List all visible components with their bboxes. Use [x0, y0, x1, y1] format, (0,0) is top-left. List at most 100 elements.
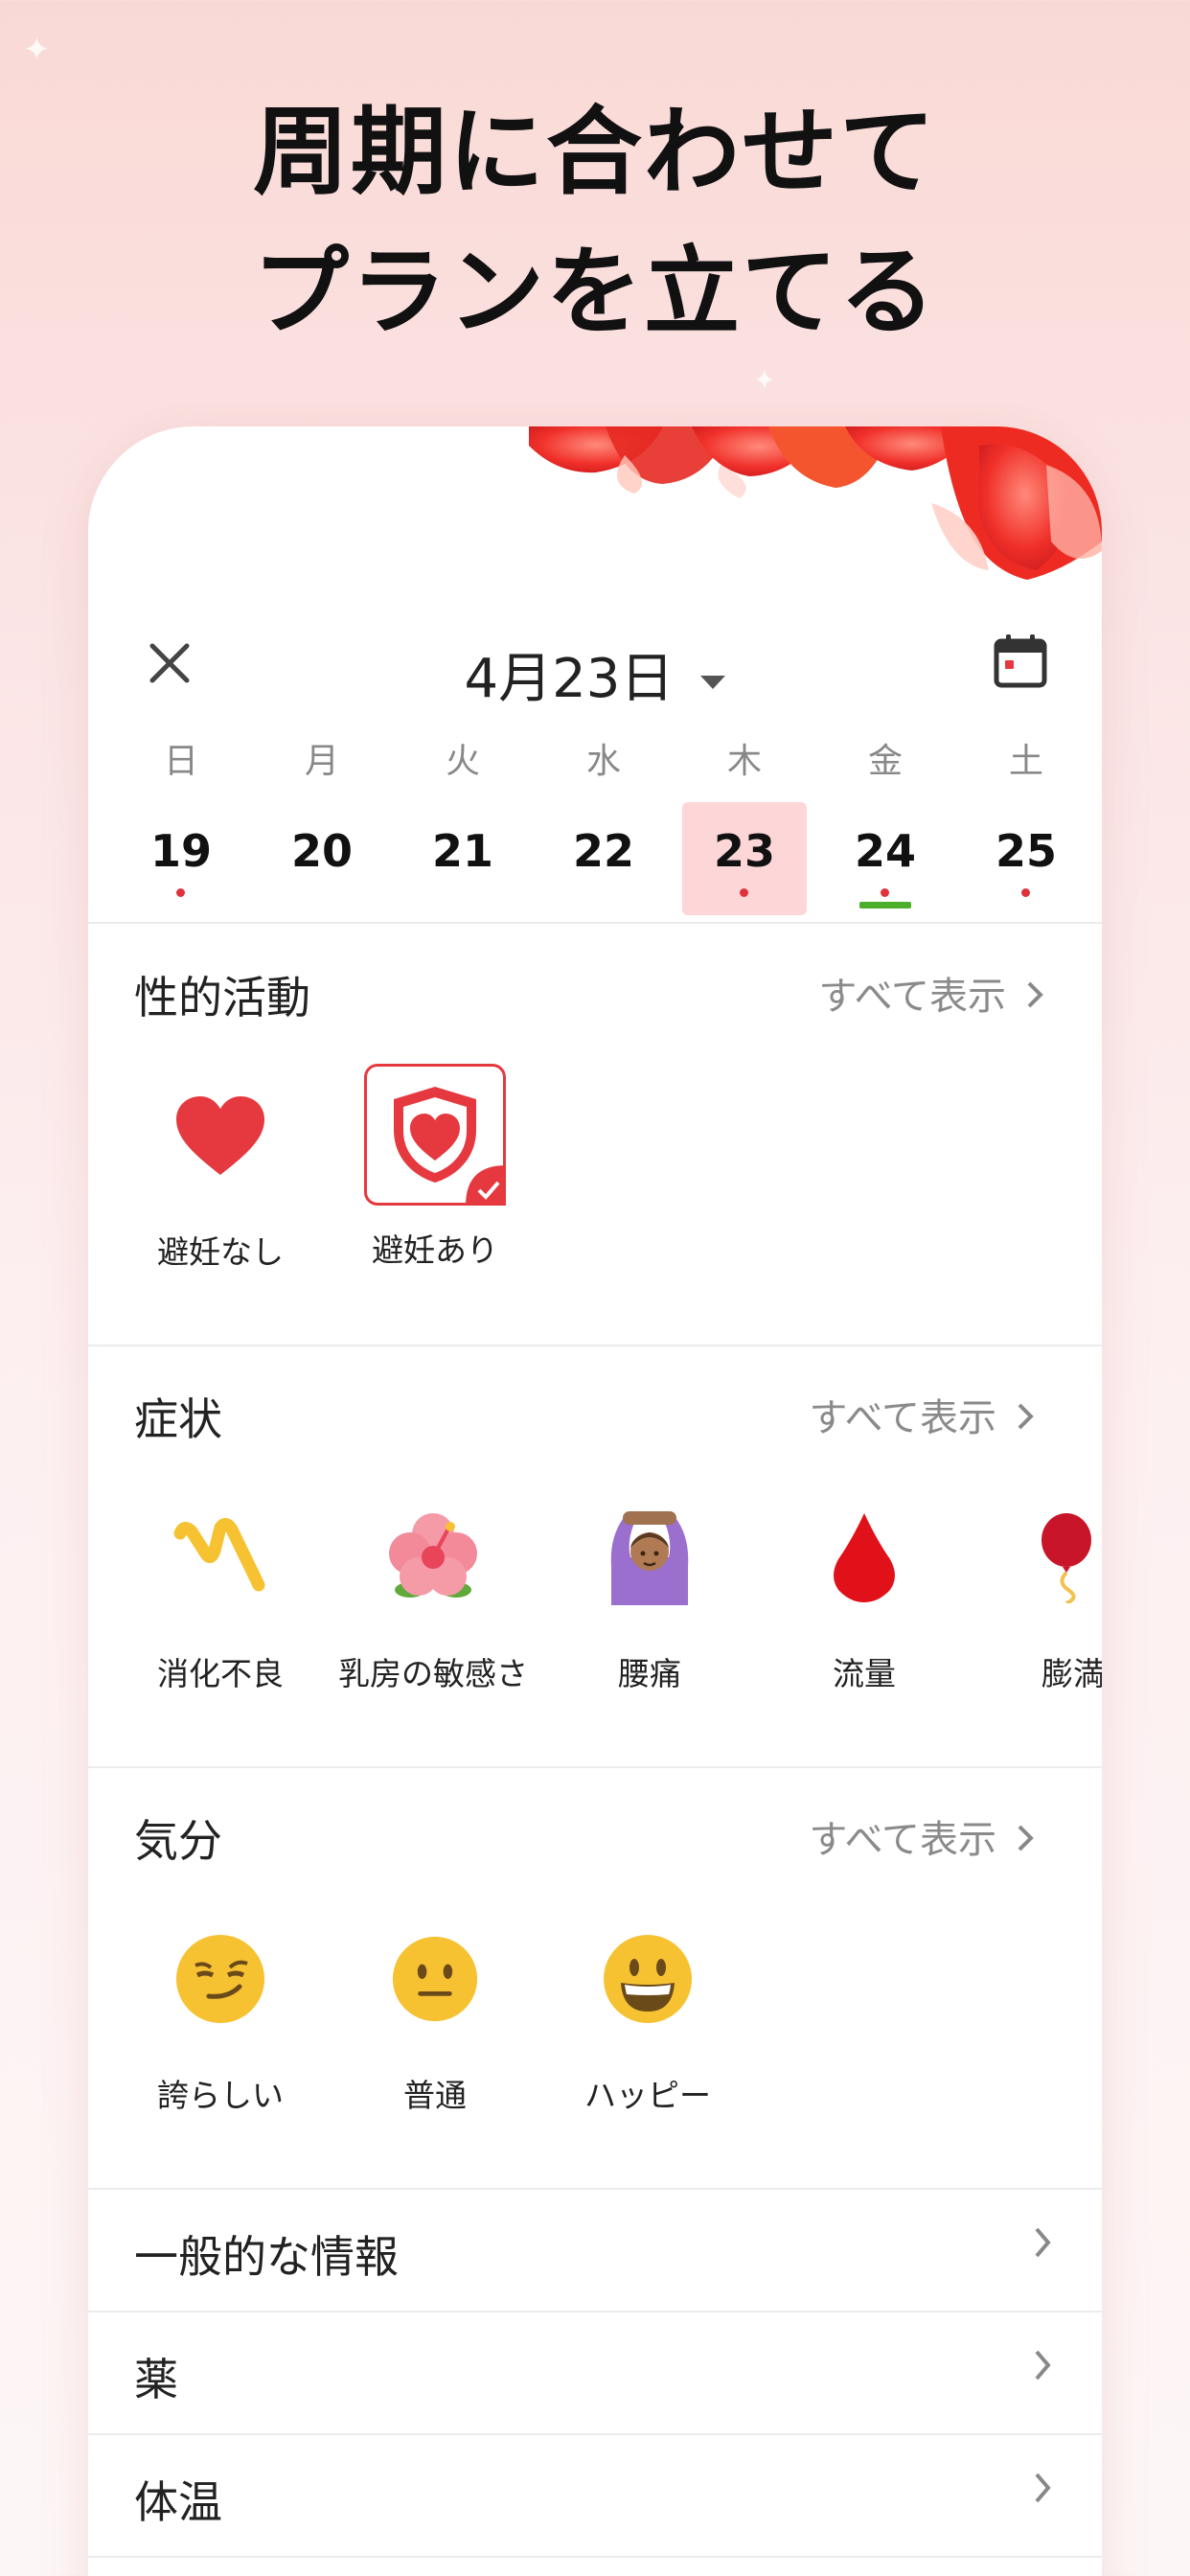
symptoms-section: 症状 すべて表示 消化不良 乳房の敏感さ 腰痛 流量 膨満	[88, 1346, 1102, 1768]
sparkle-icon: ✦	[753, 364, 776, 396]
divider	[88, 2556, 1102, 2558]
chevron-down-icon	[700, 675, 726, 689]
neutral-face-icon	[363, 1907, 507, 2051]
checkmark-icon	[466, 1165, 506, 1206]
symptom-back-pain[interactable]: 腰痛	[544, 1485, 755, 1694]
option-label: 消化不良	[157, 1655, 284, 1692]
day-number-box: 21	[400, 802, 525, 915]
period-dot	[176, 888, 185, 897]
see-all-link[interactable]: すべて表示	[818, 965, 1044, 1021]
sexual-activity-section: 性的活動 すべて表示 避妊なし 避妊あり	[88, 925, 1102, 1346]
app-card: 4月23日 日 19 月 20 火 21 水 22 木 23 金 24 土 25…	[88, 426, 1102, 2576]
day-number: 23	[713, 825, 775, 877]
flower-decoration	[529, 426, 1102, 580]
period-dot	[881, 888, 889, 897]
headline-line-2: プランを立てる	[253, 236, 937, 348]
option-label: 誇らしい	[157, 2077, 284, 2114]
row-temperature[interactable]: 体温	[88, 2435, 1102, 2556]
day-number: 25	[995, 825, 1057, 877]
option-with-contraception[interactable]: 避妊あり	[330, 1064, 540, 1271]
day-number: 20	[290, 825, 353, 877]
option-no-contraception[interactable]: 避妊なし	[115, 1064, 326, 1273]
see-all-link[interactable]: すべて表示	[809, 1387, 1035, 1442]
day-number: 21	[431, 825, 493, 877]
row-label: 一般的な情報	[134, 2231, 399, 2283]
symptom-indigestion[interactable]: 消化不良	[115, 1485, 326, 1694]
section-title: 性的活動	[134, 972, 310, 1024]
option-label: 腰痛	[618, 1655, 681, 1692]
see-all-label: すべて表示	[809, 1818, 996, 1862]
balloon-icon	[1001, 1485, 1102, 1629]
top-bar: 4月23日	[88, 609, 1102, 714]
headline: 周期に合わせて プランを立てる	[0, 82, 1190, 362]
day-22[interactable]: 水 22	[541, 733, 666, 906]
row-label: 薬	[134, 2354, 178, 2405]
day-20[interactable]: 月 20	[260, 733, 384, 906]
period-dot	[1021, 888, 1030, 897]
divider	[88, 922, 1102, 924]
grin-face-icon	[576, 1907, 720, 2051]
row-general-info[interactable]: 一般的な情報	[88, 2190, 1102, 2311]
day-25[interactable]: 土 25	[964, 733, 1088, 906]
option-label: 避妊なし	[157, 1233, 284, 1271]
mood-proud[interactable]: 誇らしい	[115, 1907, 326, 2116]
day-number: 19	[149, 825, 212, 877]
row-label: 体温	[134, 2476, 222, 2528]
date-label: 4月23日	[464, 648, 675, 710]
day-of-week: 火	[445, 742, 480, 781]
shield-heart-icon	[364, 1064, 506, 1206]
day-number: 22	[572, 825, 634, 877]
chevron-right-icon	[1033, 2226, 1052, 2263]
see-all-label: すべて表示	[818, 975, 1006, 1019]
option-label: 膨満	[1041, 1655, 1102, 1692]
day-24[interactable]: 金 24	[823, 733, 948, 908]
calendar-button[interactable]	[987, 628, 1054, 695]
day-number-box: 19	[119, 802, 243, 915]
mood-section: 気分 すべて表示 誇らしい 普通 ハッピー	[88, 1768, 1102, 2190]
option-label: 避妊あり	[372, 1231, 498, 1269]
day-of-week: 金	[867, 742, 903, 781]
date-selector[interactable]: 4月23日	[88, 635, 1102, 713]
person-arms-up-icon	[578, 1485, 721, 1629]
hibiscus-icon	[361, 1485, 505, 1629]
calendar-icon	[994, 634, 1047, 688]
chevron-right-icon	[1033, 2349, 1052, 2385]
symptom-bloating[interactable]: 膨満	[968, 1485, 1102, 1694]
day-of-week: 月	[304, 742, 339, 781]
week-strip: 日 19 月 20 火 21 水 22 木 23 金 24 土 25	[119, 733, 1077, 915]
indigestion-icon	[149, 1485, 292, 1629]
sparkle-icon: ✦	[23, 31, 51, 69]
blood-drop-icon	[792, 1485, 936, 1629]
mood-happy[interactable]: ハッピー	[542, 1907, 753, 2116]
day-number-box: 20	[260, 802, 384, 915]
row-medication[interactable]: 薬	[88, 2312, 1102, 2433]
ovulation-underline	[859, 902, 911, 908]
symptom-breast-tenderness[interactable]: 乳房の敏感さ	[328, 1485, 538, 1694]
see-all-label: すべて表示	[809, 1396, 996, 1440]
chevron-right-icon	[1033, 2472, 1052, 2508]
day-number-box: 22	[541, 802, 666, 915]
day-19[interactable]: 日 19	[119, 733, 243, 906]
see-all-link[interactable]: すべて表示	[809, 1808, 1035, 1864]
day-of-week: 日	[163, 742, 198, 781]
day-number: 24	[854, 825, 916, 877]
option-label: 乳房の敏感さ	[338, 1655, 528, 1692]
chevron-right-icon	[1025, 975, 1044, 1019]
mood-neutral[interactable]: 普通	[330, 1907, 540, 2116]
chevron-right-icon	[1016, 1818, 1035, 1862]
section-title: 気分	[134, 1815, 222, 1867]
option-label: 流量	[833, 1655, 896, 1692]
chevron-right-icon	[1016, 1396, 1035, 1440]
day-of-week: 水	[585, 742, 621, 781]
option-label: ハッピー	[584, 2077, 711, 2114]
day-number-box: 24	[823, 802, 948, 915]
day-21[interactable]: 火 21	[400, 733, 525, 906]
day-of-week: 土	[1008, 742, 1043, 781]
section-title: 症状	[134, 1393, 222, 1445]
day-of-week: 木	[726, 742, 762, 781]
smirk-face-icon	[149, 1907, 292, 2051]
period-dot	[740, 888, 748, 897]
day-23[interactable]: 木 23	[682, 733, 807, 915]
headline-line-1: 周期に合わせて	[253, 96, 937, 208]
symptom-flow[interactable]: 流量	[759, 1485, 970, 1694]
